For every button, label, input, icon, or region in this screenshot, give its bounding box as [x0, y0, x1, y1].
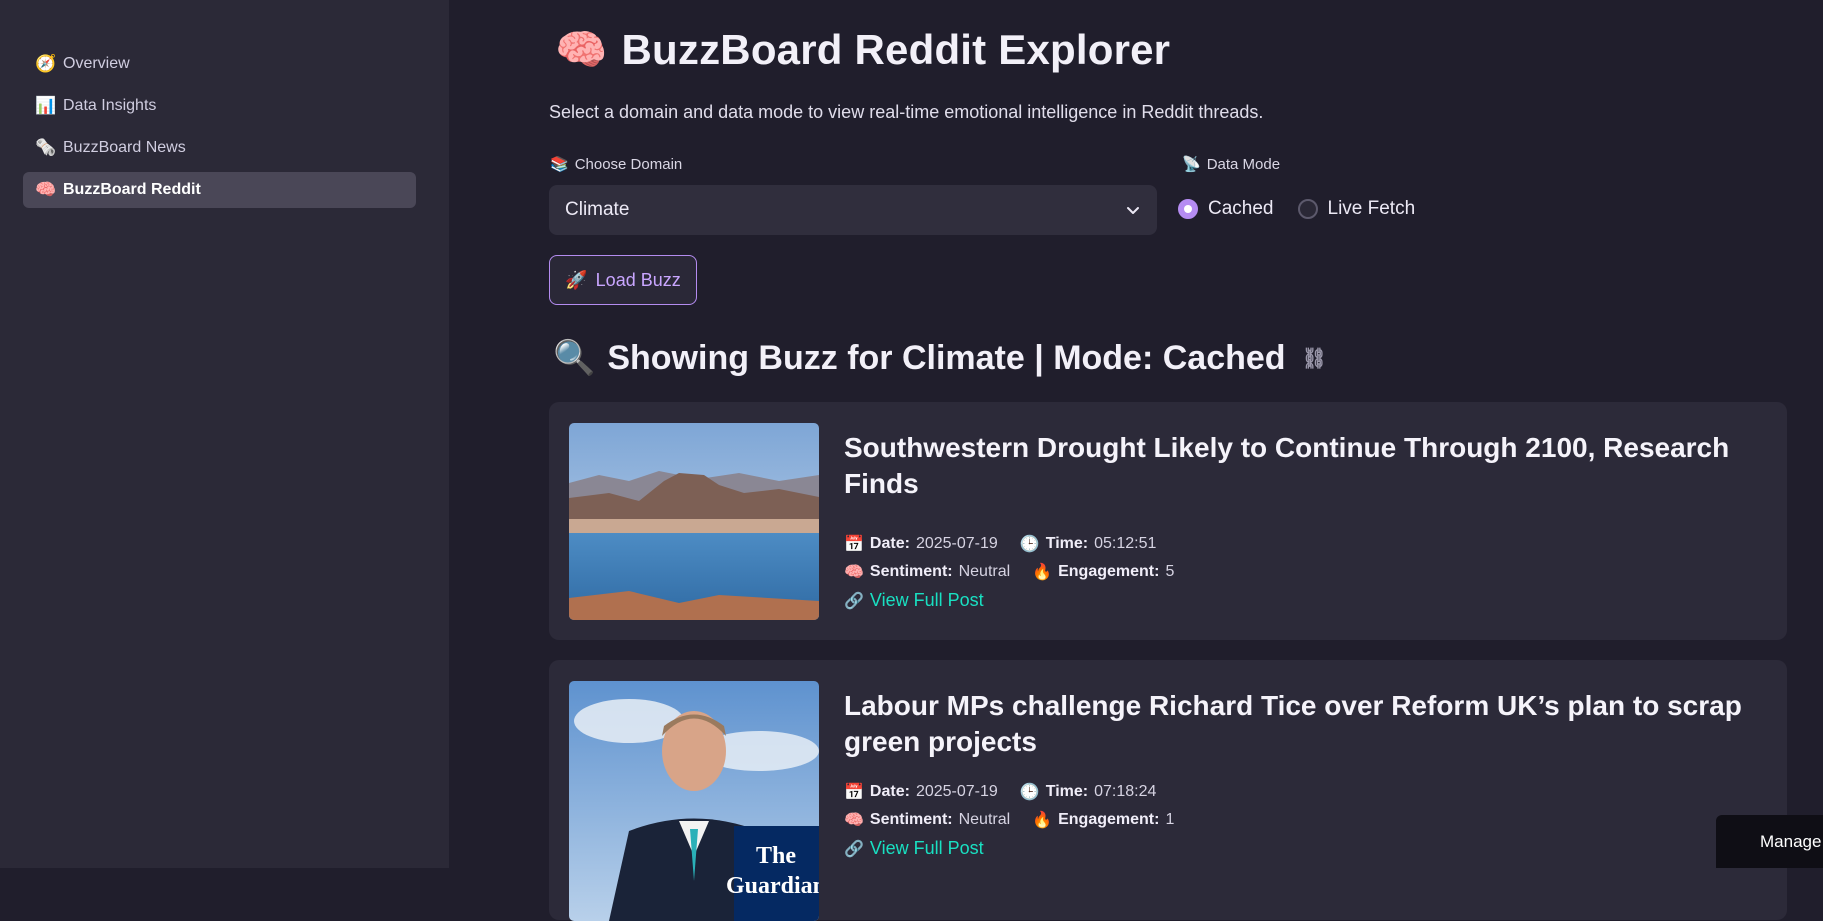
- post-title: Labour MPs challenge Richard Tice over R…: [844, 690, 1742, 757]
- brain-icon: 🧠: [844, 564, 864, 581]
- domain-label: 📚 Choose Domain: [550, 155, 683, 174]
- portrait-image: The Guardian: [569, 681, 819, 921]
- engagement-label: Engagement:: [1058, 811, 1160, 828]
- books-icon: 📚: [550, 156, 569, 173]
- brain-icon: 🧠: [555, 26, 608, 73]
- manage-app-label: Manage app: [1760, 831, 1823, 851]
- domain-label-text: Choose Domain: [574, 155, 683, 173]
- radio-checked-icon: [1178, 199, 1198, 219]
- sidebar-item-overview[interactable]: 🧭 Overview: [23, 46, 416, 82]
- load-buzz-button[interactable]: 🚀 Load Buzz: [549, 255, 697, 305]
- post-thumbnail: [569, 423, 819, 620]
- data-mode-label: 📡 Data Mode: [1182, 155, 1281, 174]
- page-subtitle: Select a domain and data mode to view re…: [549, 102, 1264, 122]
- sidebar-item-label: Overview: [63, 55, 130, 72]
- main-content: 🧠 BuzzBoard Reddit Explorer Select a doma…: [449, 0, 1823, 921]
- view-full-post-link[interactable]: View Full Post: [870, 838, 984, 859]
- date-value: 2025-07-19: [915, 535, 998, 552]
- engagement-value: 5: [1165, 563, 1175, 580]
- sidebar-item-buzzboard-reddit[interactable]: 🧠 BuzzBoard Reddit: [23, 172, 416, 208]
- time-label: Time:: [1045, 535, 1089, 552]
- sentiment-value: Neutral: [958, 563, 1011, 580]
- manage-app-button[interactable]: Manage app: [1716, 815, 1823, 868]
- newspaper-icon: 🗞️: [35, 138, 57, 157]
- domain-select[interactable]: Climate: [549, 185, 1157, 235]
- sentiment-label: Sentiment:: [869, 563, 953, 580]
- calendar-icon: 📅: [844, 536, 864, 553]
- post-meta-datetime: 📅 Date: 2025-07-19 🕒 Time: 07:18:24: [844, 782, 1156, 802]
- results-heading-text: Showing Buzz for Climate | Mode: Cached: [607, 338, 1286, 377]
- time-value: 07:18:24: [1094, 783, 1157, 800]
- link-icon: 🔗: [844, 592, 864, 610]
- radio-cached-label: Cached: [1208, 198, 1274, 219]
- data-mode-radio-group: Cached Live Fetch: [1178, 198, 1415, 220]
- page-title-text: BuzzBoard Reddit Explorer: [621, 26, 1171, 73]
- load-buzz-label: Load Buzz: [595, 269, 681, 290]
- sidebar-item-label: Data Insights: [63, 97, 157, 114]
- post-meta-datetime: 📅 Date: 2025-07-19 🕒 Time: 05:12:51: [844, 534, 1156, 554]
- post-title: Southwestern Drought Likely to Continue …: [844, 432, 1730, 499]
- sidebar-item-data-insights[interactable]: 📊 Data Insights: [23, 88, 416, 124]
- lake-landscape-image: [569, 423, 819, 620]
- fire-icon: 🔥: [1032, 812, 1053, 829]
- time-value: 05:12:51: [1094, 535, 1157, 552]
- sentiment-value: Neutral: [958, 811, 1011, 828]
- post-meta-stats: 🧠 Sentiment: Neutral 🔥 Engagement: 5: [844, 562, 1174, 582]
- time-label: Time:: [1045, 783, 1089, 800]
- clock-icon: 🕒: [1019, 784, 1040, 801]
- brain-icon: 🧠: [35, 180, 57, 199]
- page-title: 🧠 BuzzBoard Reddit Explorer: [555, 26, 1170, 75]
- date-label: Date:: [869, 535, 910, 552]
- radio-cached[interactable]: Cached: [1178, 198, 1274, 220]
- chevron-down-icon: [1127, 207, 1139, 214]
- radio-unchecked-icon: [1297, 199, 1318, 219]
- engagement-value: 1: [1165, 811, 1175, 828]
- calendar-icon: 📅: [844, 784, 864, 801]
- magnifier-icon: 🔍: [553, 339, 596, 377]
- sidebar: 🧭 Overview 📊 Data Insights 🗞️ BuzzBoard …: [0, 0, 449, 868]
- post-meta-stats: 🧠 Sentiment: Neutral 🔥 Engagement: 1: [844, 810, 1174, 830]
- engagement-label: Engagement:: [1058, 563, 1160, 580]
- radio-live-fetch[interactable]: Live Fetch: [1297, 198, 1416, 220]
- bar-chart-icon: 📊: [35, 96, 57, 115]
- sidebar-item-label: BuzzBoard News: [63, 139, 186, 156]
- date-value: 2025-07-19: [915, 783, 998, 800]
- date-label: Date:: [869, 783, 910, 800]
- compass-icon: 🧭: [35, 54, 57, 73]
- view-full-post-link[interactable]: View Full Post: [870, 590, 984, 611]
- satellite-icon: 📡: [1182, 156, 1201, 173]
- fire-icon: 🔥: [1032, 564, 1053, 581]
- clock-icon: 🕒: [1019, 536, 1040, 553]
- data-mode-label-text: Data Mode: [1206, 155, 1281, 173]
- guardian-logo-line1: The: [756, 843, 796, 869]
- post-link-row: 🔗 View Full Post: [844, 838, 984, 859]
- anchor-link-icon[interactable]: ⛓: [1302, 346, 1327, 371]
- post-card: The Guardian Labour MPs challenge Richar…: [549, 660, 1787, 921]
- domain-select-value: Climate: [565, 199, 630, 220]
- radio-live-fetch-label: Live Fetch: [1327, 198, 1416, 219]
- rocket-icon: 🚀: [565, 269, 588, 290]
- guardian-logo-line2: Guardian: [726, 873, 819, 899]
- brain-icon: 🧠: [844, 812, 864, 829]
- sidebar-item-label: BuzzBoard Reddit: [63, 181, 201, 198]
- results-heading: 🔍 Showing Buzz for Climate | Mode: Cache…: [553, 338, 1327, 378]
- post-thumbnail: The Guardian: [569, 681, 819, 921]
- link-icon: 🔗: [844, 840, 864, 858]
- sidebar-item-buzzboard-news[interactable]: 🗞️ BuzzBoard News: [23, 130, 416, 166]
- post-link-row: 🔗 View Full Post: [844, 590, 984, 611]
- sentiment-label: Sentiment:: [869, 811, 953, 828]
- post-card: Southwestern Drought Likely to Continue …: [549, 402, 1787, 640]
